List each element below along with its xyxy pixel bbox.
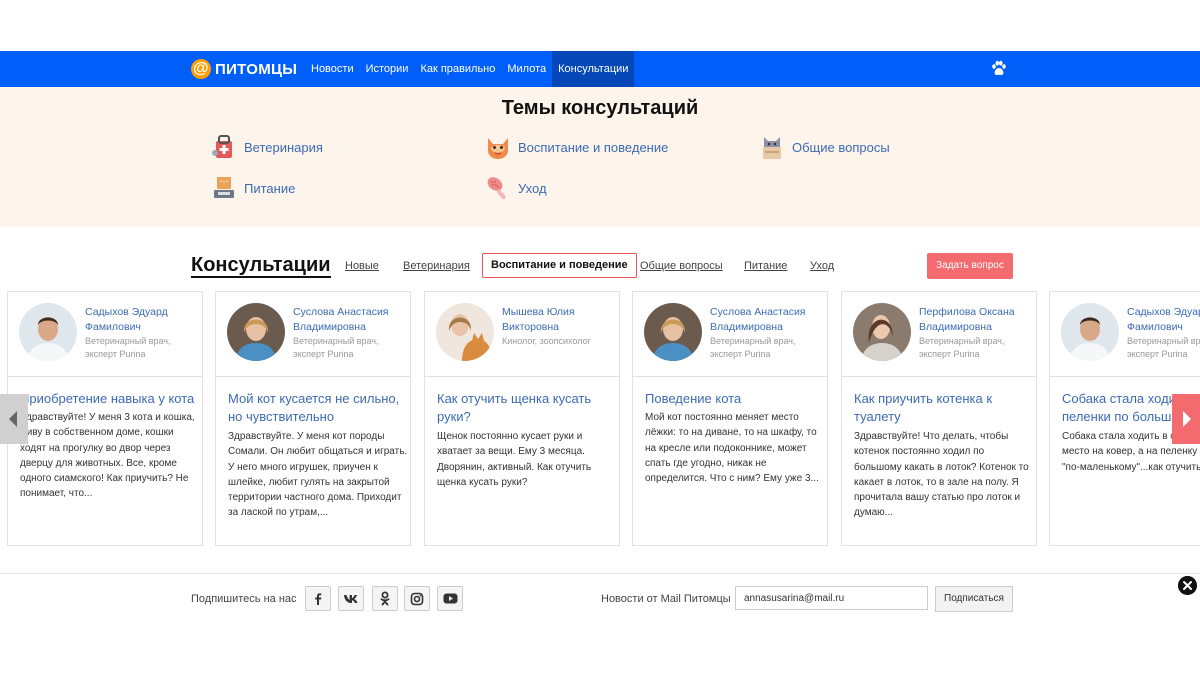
avatar <box>853 303 911 361</box>
consultations-header: Консультации Новые Ветеринария Воспитани… <box>191 253 1013 279</box>
expert-name[interactable]: Садыхов Эдуард Фамилович <box>1127 305 1200 335</box>
veterinary-icon <box>212 135 232 158</box>
expert-name[interactable]: Мышева Юлия Викторовна <box>502 305 617 335</box>
footer-divider <box>0 573 1200 574</box>
topic-veterinary[interactable]: Ветеринария <box>210 133 323 161</box>
consultation-card[interactable]: Суслова Анастасия Владимировна Ветеринар… <box>632 291 828 546</box>
expert-role: Кинолог, зоопсихолог <box>502 336 591 346</box>
topic-behavior[interactable]: Воспитание и поведение <box>484 133 668 161</box>
card-title[interactable]: Как отучить щенка кусать руки? <box>437 390 617 426</box>
card-expert: Суслова Анастасия Владимировна Ветеринар… <box>216 292 410 377</box>
topics-section: Темы консультаций Ветеринария Воспитание… <box>0 87 1200 227</box>
filter-veterinary[interactable]: Ветеринария <box>403 260 470 272</box>
email-field[interactable] <box>735 586 928 610</box>
nav-item-consultations[interactable]: Консультации <box>552 51 635 87</box>
paw-icon[interactable] <box>991 60 1007 78</box>
expert-role: Ветеринарный врач, эксперт Purina <box>710 336 796 359</box>
filter-behavior[interactable]: Воспитание и поведение <box>482 253 637 278</box>
avatar <box>644 303 702 361</box>
card-expert: Перфилова Оксана Владимировна Ветеринарн… <box>842 292 1036 377</box>
nav-item-news[interactable]: Новости <box>305 51 360 87</box>
topic-nutrition[interactable]: Питание <box>210 174 295 202</box>
topic-general[interactable]: Общие вопросы <box>758 133 890 161</box>
carousel-next-arrow-icon[interactable] <box>1172 394 1200 444</box>
card-title[interactable]: Мой кот кусается не сильно, но чувствите… <box>228 390 408 426</box>
general-cat-icon <box>763 137 781 159</box>
expert-name[interactable]: Садыхов Эдуард Фамилович <box>85 305 200 335</box>
logo-text: ПИТОМЦЫ <box>215 60 298 78</box>
logo-at-icon: @ <box>191 59 211 79</box>
expert-name[interactable]: Суслова Анастасия Владимировна <box>710 305 825 335</box>
consultations-title: Консультации <box>191 254 331 278</box>
topic-label: Питание <box>244 180 296 196</box>
card-text: Здравствуйте! Что делать, чтобы котенок … <box>854 431 1029 519</box>
avatar <box>227 303 285 361</box>
expert-role: Ветеринарный врач, эксперт Purina <box>293 336 379 359</box>
site-logo[interactable]: @ ПИТОМЦЫ <box>191 59 297 79</box>
behavior-cat-icon <box>488 138 508 159</box>
close-icon[interactable] <box>1178 576 1197 595</box>
topic-label: Воспитание и поведение <box>518 139 669 155</box>
card-expert: Суслова Анастасия Владимировна Ветеринар… <box>633 292 827 377</box>
card-text: Здравствуйте. У меня кот породы Сомали. … <box>228 431 408 519</box>
filter-new[interactable]: Новые <box>345 260 379 272</box>
carousel-prev-arrow-icon[interactable] <box>0 394 28 444</box>
topic-label: Ветеринария <box>244 139 323 155</box>
nav-item-cute[interactable]: Милота <box>501 51 552 87</box>
instagram-icon[interactable] <box>404 586 430 611</box>
consultation-card[interactable]: Мышева Юлия Викторовна Кинолог, зоопсихо… <box>424 291 620 546</box>
filter-grooming[interactable]: Уход <box>810 260 834 272</box>
youtube-icon[interactable] <box>437 586 463 611</box>
card-title[interactable]: Как приучить котенка к туалету <box>854 390 1034 426</box>
newsletter-label: Новости от Mail Питомцы <box>601 593 731 605</box>
vk-icon[interactable] <box>338 586 364 611</box>
card-text: Мой кот постоянно меняет место лёжки: то… <box>645 412 819 485</box>
nav-item-stories[interactable]: Истории <box>360 51 415 87</box>
odnoklassniki-icon[interactable] <box>372 586 398 611</box>
card-expert: Мышева Юлия Викторовна Кинолог, зоопсихо… <box>425 292 619 377</box>
expert-name[interactable]: Перфилова Оксана Владимировна <box>919 305 1034 335</box>
filter-general[interactable]: Общие вопросы <box>640 260 723 272</box>
avatar <box>19 303 77 361</box>
main-nav: Новости Истории Как правильно Милота Кон… <box>305 51 635 87</box>
expert-role: Ветеринарный врач, эксперт Purina <box>919 336 1005 359</box>
consultation-card[interactable]: Перфилова Оксана Владимировна Ветеринарн… <box>841 291 1037 546</box>
avatar <box>436 303 494 361</box>
facebook-icon[interactable] <box>305 586 331 611</box>
grooming-brush-icon <box>487 177 506 200</box>
nav-item-howto[interactable]: Как правильно <box>414 51 501 87</box>
card-expert: Садыхов Эдуард Фамилович Ветеринарный вр… <box>1050 292 1200 377</box>
food-scale-icon <box>214 177 234 198</box>
avatar <box>1061 303 1119 361</box>
follow-us-label: Подпишитесь на нас <box>191 593 297 605</box>
expert-role: Ветеринарный врач, эксперт Purina <box>1127 336 1200 359</box>
ask-question-button[interactable]: Задать вопрос <box>927 253 1013 279</box>
expert-role: Ветеринарный врач, эксперт Purina <box>85 336 171 359</box>
card-title[interactable]: Поведение кота <box>645 390 825 408</box>
filter-nutrition[interactable]: Питание <box>744 260 787 272</box>
consultation-card[interactable]: Садыхов Эдуард Фамилович Ветеринарный вр… <box>7 291 203 546</box>
topic-label: Уход <box>518 180 547 196</box>
card-expert: Садыхов Эдуард Фамилович Ветеринарный вр… <box>8 292 202 377</box>
subscribe-button[interactable]: Подписаться <box>935 586 1013 612</box>
topic-label: Общие вопросы <box>792 139 890 155</box>
topic-grooming[interactable]: Уход <box>484 174 547 202</box>
consultation-carousel: Садыхов Эдуард Фамилович Ветеринарный вр… <box>0 291 1200 547</box>
consultation-card[interactable]: Суслова Анастасия Владимировна Ветеринар… <box>215 291 411 546</box>
card-text: Здравствуйте! У меня 3 кота и кошка, жив… <box>20 412 195 500</box>
top-navigation-bar: @ ПИТОМЦЫ Новости Истории Как правильно … <box>0 51 1200 87</box>
expert-name[interactable]: Суслова Анастасия Владимировна <box>293 305 408 335</box>
topics-title: Темы консультаций <box>501 97 699 119</box>
card-text: Щенок постоянно кусает руки и хватает за… <box>437 431 592 488</box>
card-title[interactable]: Приобретение навыка у кота <box>20 390 200 408</box>
